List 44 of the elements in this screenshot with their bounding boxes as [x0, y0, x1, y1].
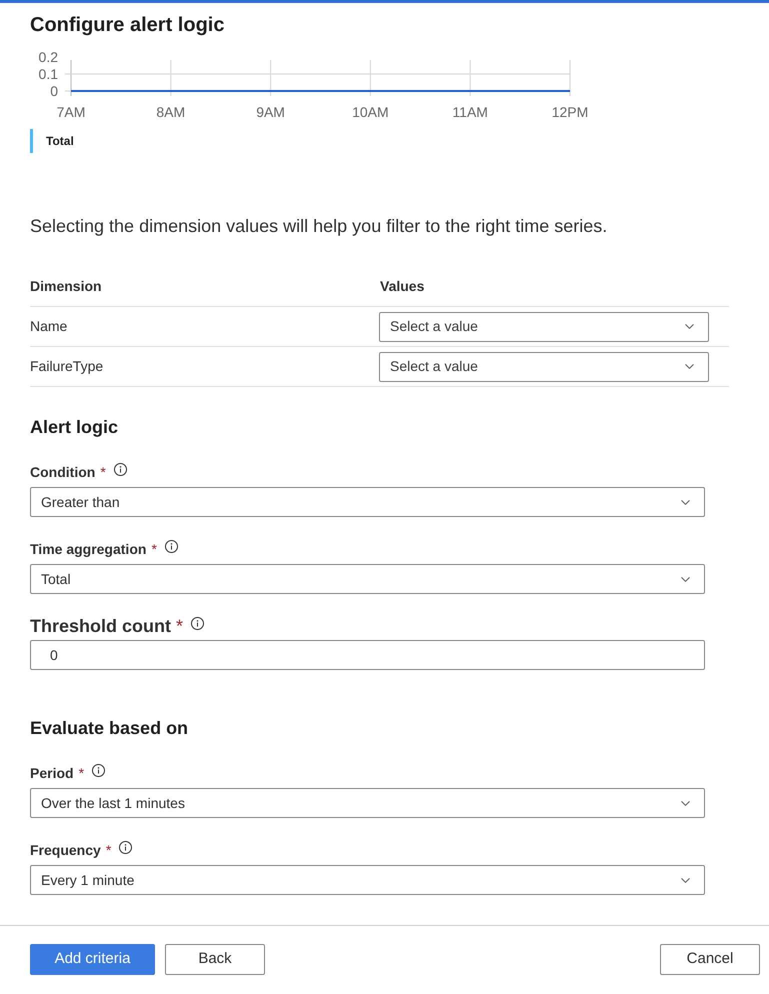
required-mark: * — [151, 540, 157, 558]
footer-button[interactable]: Cancel — [660, 944, 760, 975]
info-icon[interactable] — [92, 764, 106, 777]
section-heading: Evaluate based on — [30, 717, 190, 740]
info-icon[interactable] — [164, 540, 178, 553]
footer-button[interactable]: Back — [165, 944, 265, 975]
axis-label: 0 — [50, 83, 58, 99]
dropdown[interactable]: Every 1 minute — [30, 865, 705, 895]
field-label: Period — [30, 764, 74, 782]
field-label: Time aggregation — [30, 540, 146, 559]
info-icon[interactable] — [114, 463, 127, 476]
legend-label: Total — [46, 133, 74, 150]
required-mark: * — [106, 840, 112, 860]
input-field[interactable]: 0 — [30, 640, 705, 670]
required-mark: * — [78, 764, 84, 782]
axis-label: 7AM — [56, 104, 86, 120]
table-cell-text: FailureType — [30, 357, 104, 376]
required-mark: * — [176, 614, 184, 638]
info-icon[interactable] — [191, 617, 204, 630]
dropdown[interactable]: Greater than — [30, 487, 705, 517]
dropdown[interactable]: Total — [30, 564, 705, 594]
legend-swatch-icon — [30, 129, 33, 153]
info-icon[interactable] — [119, 841, 132, 854]
required-mark: * — [100, 462, 106, 482]
axis-label: 8AM — [156, 104, 186, 120]
axis-label: 9AM — [256, 104, 285, 120]
table-cell-text: Name — [30, 317, 68, 336]
dropdown[interactable]: Over the last 1 minutes — [30, 788, 705, 818]
dropdown[interactable]: Select a value — [379, 352, 709, 382]
field-label: Condition — [30, 462, 96, 482]
axis-label: 11AM — [452, 104, 488, 120]
field-label: Frequency — [30, 840, 101, 860]
section-heading: Alert logic — [30, 416, 120, 439]
dropdown[interactable]: Select a value — [379, 312, 709, 342]
intro-text: Selecting the dimension values will help you filter to the right time series. — [30, 215, 608, 238]
axis-label: 0.2 — [38, 50, 58, 65]
page-title: Configure alert logic — [30, 13, 226, 38]
footer-button[interactable]: Add criteria — [30, 944, 155, 975]
axis-label: 0.1 — [38, 66, 58, 82]
column-header: Values — [380, 276, 424, 296]
axis-label: 12PM — [552, 104, 588, 120]
field-label: Threshold count — [30, 614, 171, 638]
column-header: Dimension — [30, 276, 103, 296]
axis-label: 10AM — [352, 104, 389, 120]
